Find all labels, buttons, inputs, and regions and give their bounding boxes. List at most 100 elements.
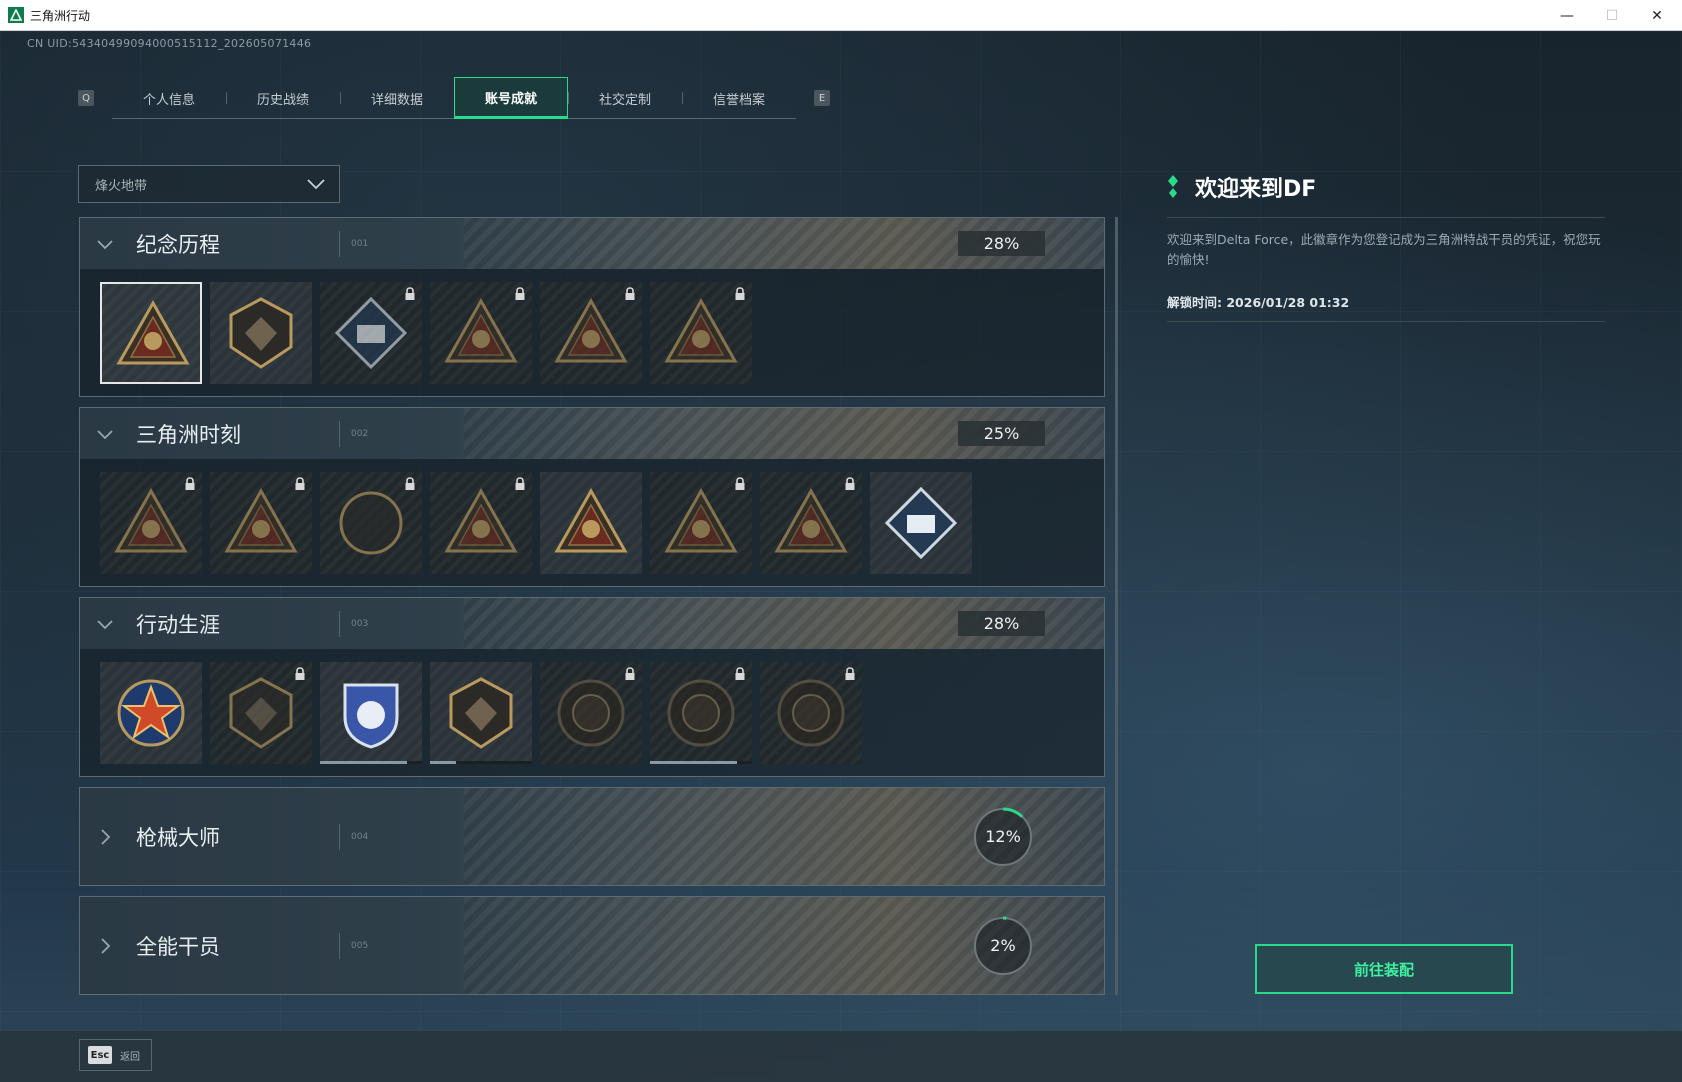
shield-diamond-emblem xyxy=(334,296,408,370)
achievement-section: 枪械大师 004 12% xyxy=(79,787,1105,886)
badge-slot[interactable] xyxy=(100,282,202,384)
esc-key-hint: Esc xyxy=(88,1046,112,1064)
section-progress: 12% xyxy=(985,827,1021,846)
section-header[interactable]: 三角洲时刻 002 25% xyxy=(80,408,1104,459)
section-header[interactable]: 全能干员 005 2% xyxy=(80,897,1104,994)
section-header[interactable]: 枪械大师 004 12% xyxy=(80,788,1104,885)
badge-description: 欢迎来到Delta Force，此徽章作为您登记成为三角洲特战干员的凭证，祝您玩… xyxy=(1167,217,1605,270)
mode-dropdown-value: 烽火地带 xyxy=(95,178,148,194)
maximize-button[interactable]: ☐ xyxy=(1589,0,1635,31)
lock-icon xyxy=(625,667,635,680)
badge-slot[interactable] xyxy=(870,472,972,574)
fish-triangle-emblem xyxy=(774,487,848,553)
book-diamond-emblem xyxy=(884,486,958,560)
hooded-figure-emblem xyxy=(554,297,628,363)
section-title: 纪念历程 xyxy=(136,232,220,257)
section-progress-ring: 2% xyxy=(972,915,1034,977)
chevron-down-icon xyxy=(307,179,325,190)
blue-shield-emblem xyxy=(343,683,399,749)
badge-slot[interactable] xyxy=(210,662,312,764)
badge-slot[interactable] xyxy=(650,282,752,384)
badge-slot[interactable] xyxy=(430,662,532,764)
chevron-down-icon[interactable] xyxy=(94,423,116,445)
minimize-button[interactable]: — xyxy=(1544,0,1590,31)
section-progress: 28% xyxy=(958,231,1045,256)
lock-icon xyxy=(735,287,745,300)
badge-slot[interactable] xyxy=(540,662,642,764)
helicopter-emblem xyxy=(229,297,293,369)
badge-slot[interactable] xyxy=(320,282,422,384)
tab-match-history[interactable]: 历史战绩 xyxy=(226,77,340,119)
tab-achievements[interactable]: 账号成就 xyxy=(454,77,568,119)
circle-emblem xyxy=(557,679,625,747)
badge-slot[interactable] xyxy=(430,472,532,574)
badge-progress-bar xyxy=(320,761,422,764)
badge-progress-bar xyxy=(650,761,752,764)
robot-triangle-emblem xyxy=(114,487,188,553)
tab-detailed-stats[interactable]: 详细数据 xyxy=(340,77,454,119)
shield-chevron-emblem xyxy=(229,677,293,749)
badge-slot[interactable] xyxy=(210,472,312,574)
badge-name: 欢迎来到DF xyxy=(1195,177,1317,202)
lock-icon xyxy=(185,477,195,490)
lock-icon xyxy=(845,477,855,490)
badge-slot[interactable] xyxy=(650,472,752,574)
section-progress: 28% xyxy=(958,611,1045,636)
badge-slot[interactable] xyxy=(540,282,642,384)
helmet-triangle-emblem xyxy=(224,487,298,553)
badge-slot[interactable] xyxy=(760,472,862,574)
lock-icon xyxy=(735,667,745,680)
list-scrollbar[interactable] xyxy=(1115,217,1118,995)
badge-slot[interactable] xyxy=(650,662,752,764)
lock-icon xyxy=(845,667,855,680)
mode-dropdown[interactable]: 烽火地带 xyxy=(78,165,340,203)
gem-shield-emblem xyxy=(449,677,513,749)
go-equip-button[interactable]: 前往装配 xyxy=(1255,944,1513,994)
chevron-down-icon[interactable] xyxy=(94,233,116,255)
window-titlebar: 三角洲行动 — ☐ ✕ xyxy=(0,0,1682,31)
q-key-hint[interactable]: Q xyxy=(78,90,94,106)
chevron-right-icon[interactable] xyxy=(94,935,116,957)
badge-slot[interactable] xyxy=(760,662,862,764)
section-index: 005 xyxy=(338,932,369,959)
tab-personal-info[interactable]: 个人信息 xyxy=(112,77,226,119)
window-title: 三角洲行动 xyxy=(30,8,91,23)
e-key-hint[interactable]: E xyxy=(814,90,830,106)
section-title: 行动生涯 xyxy=(136,612,220,637)
lock-icon xyxy=(515,477,525,490)
badge-slot[interactable] xyxy=(430,282,532,384)
achievement-section: 行动生涯 003 28% xyxy=(79,597,1105,777)
badge-slot[interactable] xyxy=(100,472,202,574)
lock-icon xyxy=(405,477,415,490)
bottom-bar: Esc 返回 xyxy=(0,1031,1682,1082)
badge-slot[interactable] xyxy=(100,662,202,764)
badge-slot[interactable] xyxy=(210,282,312,384)
badge-detail-panel: 欢迎来到DF 欢迎来到Delta Force，此徽章作为您登记成为三角洲特战干员… xyxy=(1167,171,1605,322)
chevron-down-icon[interactable] xyxy=(94,613,116,635)
badge-slot[interactable] xyxy=(540,472,642,574)
badge-slot[interactable] xyxy=(320,472,422,574)
tab-credit-record[interactable]: 信誉档案 xyxy=(682,77,796,119)
section-index: 003 xyxy=(338,610,369,637)
skull-circle-emblem xyxy=(667,679,735,747)
lock-icon xyxy=(625,287,635,300)
achievement-list: 纪念历程 001 28% 三角洲时刻 002 25% 行动生涯 003 28% 枪械大师 004 12… xyxy=(79,217,1105,1005)
section-index: 002 xyxy=(338,420,369,447)
achievement-section: 全能干员 005 2% xyxy=(79,896,1105,995)
section-header[interactable]: 行动生涯 003 28% xyxy=(80,598,1104,649)
unlock-time: 解锁时间: 2026/01/28 01:32 xyxy=(1167,292,1605,322)
badge-slot[interactable] xyxy=(320,662,422,764)
section-header[interactable]: 纪念历程 001 28% xyxy=(80,218,1104,269)
crosshair-triangle-emblem xyxy=(444,487,518,553)
back-button[interactable]: Esc 返回 xyxy=(79,1039,152,1071)
section-index: 004 xyxy=(338,823,369,850)
game-viewport: CN UID:54340499094000515112_202605071446… xyxy=(0,31,1682,1082)
app-logo-icon xyxy=(8,7,24,23)
lock-icon xyxy=(295,477,305,490)
squad-triangle-emblem xyxy=(554,487,628,553)
lock-icon xyxy=(515,287,525,300)
delta-triangle-emblem xyxy=(116,299,190,365)
tab-social-custom[interactable]: 社交定制 xyxy=(568,77,682,119)
close-button[interactable]: ✕ xyxy=(1634,0,1680,31)
chevron-right-icon[interactable] xyxy=(94,826,116,848)
